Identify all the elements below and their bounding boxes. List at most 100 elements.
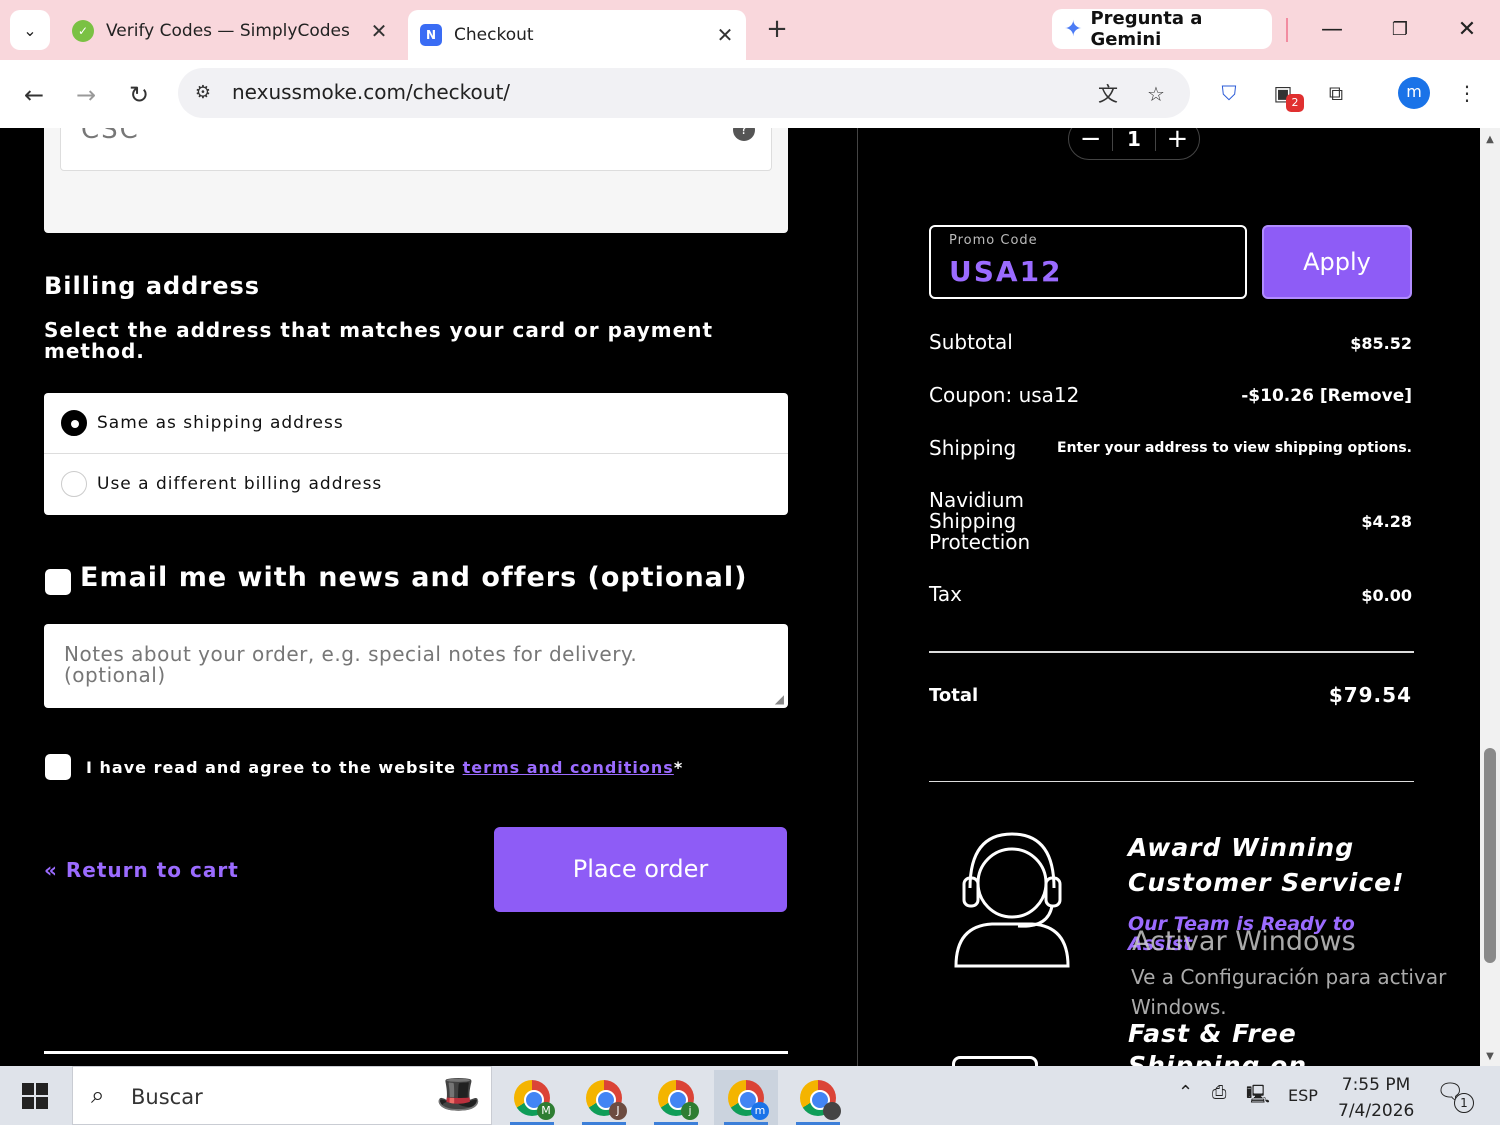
summary-value: Enter your address to view shipping opti… <box>1057 440 1412 456</box>
notification-count: 1 <box>1453 1093 1474 1113</box>
promo-code-label: Promo Code <box>949 233 1038 248</box>
help-question-icon[interactable]: ? <box>733 128 755 141</box>
coupon-amount: -$10.26 <box>1241 386 1314 406</box>
promo-code-input[interactable]: Promo Code USA12 <box>929 225 1247 299</box>
close-tab-icon[interactable]: ✕ <box>710 23 740 47</box>
tab-simplycodes[interactable]: ✓ Verify Codes — SimplyCodes ✕ <box>60 10 400 52</box>
email-optin-checkbox[interactable] <box>45 569 71 595</box>
back-arrow-icon[interactable]: ← <box>16 77 52 113</box>
restore-icon[interactable]: ❐ <box>1380 12 1420 48</box>
scroll-down-icon[interactable]: ▼ <box>1484 1051 1496 1062</box>
new-tab-plus-icon[interactable]: + <box>762 14 792 44</box>
windows-taskbar: ⌕ Buscar 🎩 M J j m ⌃ ⎙ 🖳 ESP 7:55 PM 7/4… <box>0 1066 1500 1125</box>
kebab-menu-icon[interactable]: ⋮ <box>1452 78 1482 108</box>
bottom-divider <box>44 1051 788 1054</box>
start-button[interactable] <box>0 1066 70 1125</box>
apply-promo-button[interactable]: Apply <box>1262 225 1412 299</box>
profile-badge: j <box>681 1101 699 1120</box>
order-notes-textarea[interactable]: Notes about your order, e.g. special not… <box>44 624 788 708</box>
scrollbar-thumb[interactable] <box>1484 748 1496 963</box>
search-icon: ⌕ <box>91 1081 105 1109</box>
csc-field[interactable]: CSC ? <box>60 128 772 171</box>
remove-coupon-link[interactable]: [Remove] <box>1320 386 1412 406</box>
site-settings-icon[interactable]: ⚙ <box>190 80 216 106</box>
billing-option-different[interactable]: Use a different billing address <box>44 454 788 514</box>
summary-divider <box>929 781 1414 782</box>
address-bar[interactable]: ⚙ nexussmoke.com/checkout/ 文 ☆ <box>178 68 1190 118</box>
reload-icon[interactable]: ↻ <box>121 77 157 113</box>
resize-grip-icon[interactable]: ◢ <box>775 692 784 706</box>
billing-options: Same as shipping address Use a different… <box>44 393 788 515</box>
forward-arrow-icon[interactable]: → <box>68 77 104 113</box>
chrome-profile-j2-app[interactable]: j <box>644 1070 708 1125</box>
page-content: CSC ? Billing address Select the address… <box>0 128 1480 1066</box>
profile-badge: m <box>751 1101 769 1120</box>
billing-option-label: Use a different billing address <box>97 474 383 494</box>
billing-option-same[interactable]: Same as shipping address <box>44 393 788 453</box>
windows-logo-icon <box>22 1082 48 1109</box>
chrome-profile-m-app[interactable]: M <box>500 1070 564 1125</box>
scroll-up-icon[interactable]: ▲ <box>1484 134 1496 145</box>
radio-selected-icon[interactable] <box>61 410 87 436</box>
chrome-profile-m2-app[interactable]: m <box>714 1070 778 1125</box>
taskbar-clock[interactable]: 7:55 PM 7/4/2026 <box>1338 1072 1414 1124</box>
terms-required-mark: * <box>673 758 684 777</box>
decrease-quantity-button[interactable]: − <box>1069 128 1112 154</box>
summary-value: -$10.26 [Remove] <box>1241 386 1412 406</box>
email-optin-label: Email me with news and offers (optional) <box>80 562 748 593</box>
tray-chevron-up-icon[interactable]: ⌃ <box>1178 1082 1193 1103</box>
shipping-truck-icon <box>952 1056 1038 1066</box>
gemini-button[interactable]: ✦ Pregunta a Gemini <box>1052 8 1272 50</box>
meet-now-icon[interactable]: ⎙ <box>1212 1082 1226 1103</box>
promo-code-value[interactable]: USA12 <box>949 255 1063 288</box>
increase-quantity-button[interactable]: + <box>1156 128 1199 154</box>
network-icon[interactable]: 🖳 <box>1246 1082 1270 1112</box>
fast-shipping-title: Fast & Free Shipping on <box>1128 1019 1308 1066</box>
award-title: Award Winning Customer Service! <box>1128 833 1405 897</box>
extension-badge-count: 2 <box>1286 94 1304 112</box>
chrome-profile-j-app[interactable]: J <box>572 1070 636 1125</box>
billing-heading: Billing address <box>44 272 261 300</box>
tab-strip: ⌄ ✓ Verify Codes — SimplyCodes ✕ N Check… <box>0 0 1500 60</box>
place-order-button[interactable]: Place order <box>494 827 787 912</box>
url-text[interactable]: nexussmoke.com/checkout/ <box>232 80 510 104</box>
profile-badge: J <box>609 1101 627 1120</box>
windows-watermark-subtitle: Ve a Configuración para activar Windows. <box>1131 965 1447 1019</box>
taskbar-search[interactable]: ⌕ Buscar 🎩 <box>72 1066 492 1125</box>
quantity-stepper: − 1 + <box>1068 128 1200 160</box>
tab-checkout[interactable]: N Checkout ✕ <box>408 10 746 60</box>
clock-date: 7/4/2026 <box>1338 1101 1415 1121</box>
radio-unselected-icon[interactable] <box>61 471 87 497</box>
summary-label: Coupon: usa12 <box>929 383 1080 407</box>
translate-icon[interactable]: 文 <box>1094 80 1122 108</box>
return-to-cart-link[interactable]: « Return to cart <box>44 858 239 882</box>
total-value: $79.54 <box>1328 683 1412 707</box>
chrome-icon: j <box>658 1079 699 1120</box>
page-scrollbar[interactable]: ▲ ▼ <box>1480 128 1500 1066</box>
summary-value: $85.52 <box>1350 334 1412 353</box>
quantity-value[interactable]: 1 <box>1112 128 1156 151</box>
close-tab-icon[interactable]: ✕ <box>364 19 394 43</box>
close-window-icon[interactable]: ✕ <box>1447 12 1487 48</box>
tab-title: Verify Codes — SimplyCodes <box>106 21 350 41</box>
chrome-icon: M <box>514 1079 555 1120</box>
extensions-puzzle-icon[interactable]: ⧉ <box>1321 78 1351 108</box>
order-notes-placeholder: Notes about your order, e.g. special not… <box>64 642 638 687</box>
profile-badge: M <box>537 1101 555 1120</box>
shield-extension-icon[interactable]: ⛉ <box>1214 78 1244 108</box>
total-label: Total <box>929 685 979 706</box>
minimize-icon[interactable]: — <box>1312 12 1352 48</box>
chrome-profile-other-app[interactable] <box>786 1070 850 1125</box>
profile-avatar[interactable]: m <box>1398 77 1430 109</box>
extension-badge-icon[interactable]: ▣ 2 <box>1268 78 1304 112</box>
tab-title: Checkout <box>454 25 534 45</box>
terms-checkbox[interactable] <box>45 754 71 780</box>
chrome-icon: m <box>728 1079 769 1120</box>
profile-badge <box>823 1101 841 1120</box>
language-indicator[interactable]: ESP <box>1288 1086 1318 1105</box>
terms-link[interactable]: terms and conditions <box>463 758 674 777</box>
notification-icon[interactable]: 🗨 1 <box>1436 1080 1474 1113</box>
tab-search-chevron-icon[interactable]: ⌄ <box>10 10 50 50</box>
terms-prefix: I have read and agree to the website <box>86 758 463 777</box>
bookmark-star-icon[interactable]: ☆ <box>1142 80 1170 108</box>
